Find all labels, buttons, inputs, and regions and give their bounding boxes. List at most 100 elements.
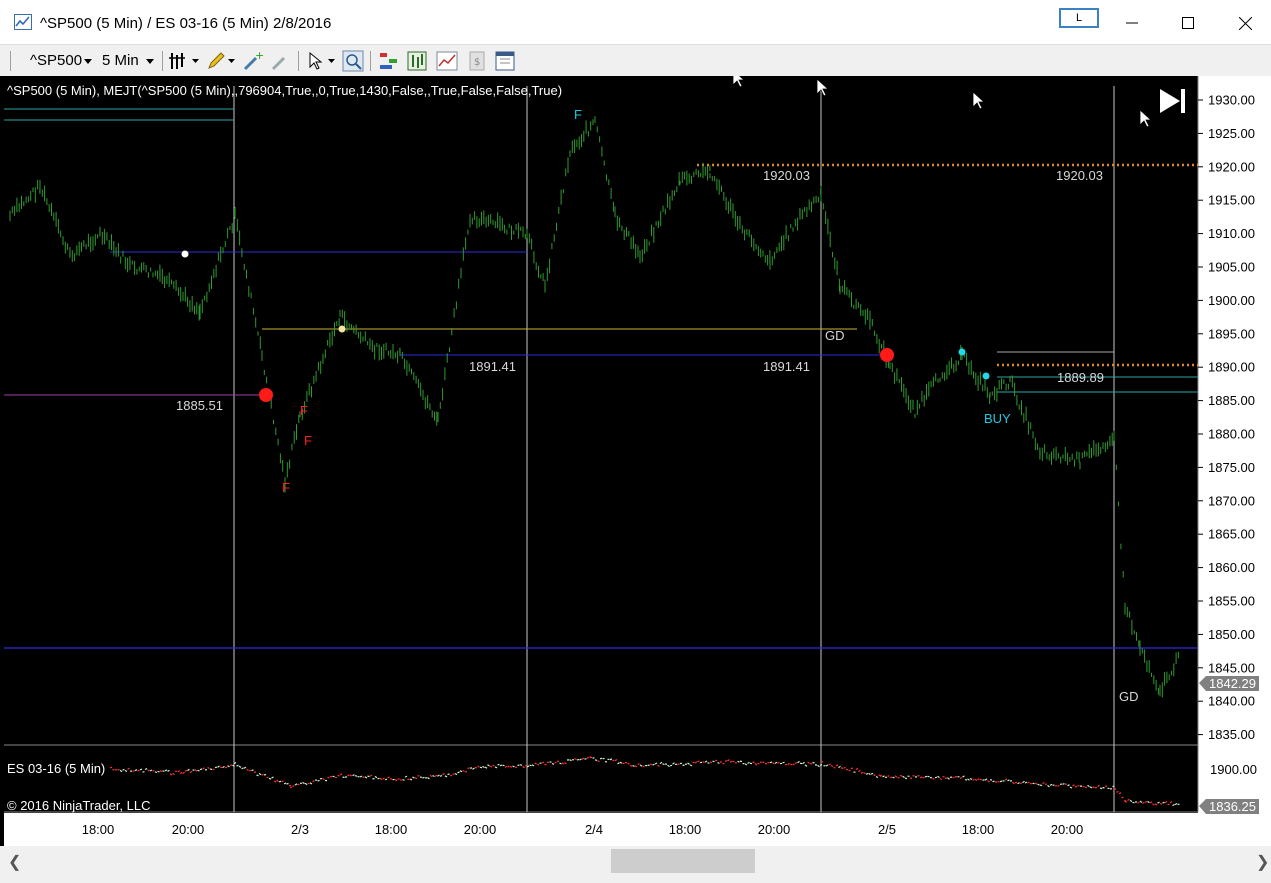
es-bar <box>860 771 864 774</box>
es-bar <box>737 760 740 763</box>
bar-type-icon[interactable] <box>168 50 190 72</box>
es-bar <box>243 766 247 769</box>
es-bar <box>1124 800 1128 803</box>
last-price-badge: 1842.29 <box>1199 676 1259 691</box>
red-signal-dot <box>880 348 894 362</box>
es-bar <box>236 764 239 767</box>
es-bar <box>367 775 370 778</box>
es-bar <box>1162 801 1165 804</box>
price-axis-label: 1860.00 <box>1208 560 1255 575</box>
scroll-right-icon[interactable]: ❯ <box>1256 852 1269 872</box>
es-bar <box>574 757 577 760</box>
time-axis-label: 18:00 <box>962 822 995 837</box>
es-bar <box>132 770 135 772</box>
pencil-icon[interactable] <box>205 50 227 72</box>
es-bar <box>251 769 254 772</box>
last-price-text: 1842.29 <box>1209 676 1256 691</box>
toolbar-separator <box>298 51 299 71</box>
es-bar <box>439 775 443 777</box>
scroll-thumb[interactable] <box>611 849 755 873</box>
es-bar <box>865 772 869 775</box>
es-bar <box>642 765 645 768</box>
price-axis-label: 1880.00 <box>1208 427 1255 442</box>
level-label: 1889.89 <box>1057 370 1104 385</box>
price-axis-label: 1845.00 <box>1208 660 1255 675</box>
strategy-icon[interactable] <box>378 50 400 72</box>
add-drawing-icon[interactable]: + <box>242 50 264 72</box>
window-layout-icon[interactable] <box>494 50 516 72</box>
es-bar <box>124 769 128 772</box>
scroll-left-icon[interactable]: ❮ <box>8 852 21 872</box>
time-axis-label: 20:00 <box>758 822 791 837</box>
es-bar <box>452 773 455 776</box>
es-bar <box>612 759 615 762</box>
interval-selector[interactable]: 5 Min <box>102 52 139 69</box>
es-bar <box>509 765 513 768</box>
es-bar <box>122 768 125 771</box>
minimize-button[interactable] <box>1108 6 1156 40</box>
instrument-selector[interactable]: ^SP500 <box>30 52 82 69</box>
properties-icon[interactable]: $ <box>466 50 488 72</box>
data-box-icon[interactable] <box>406 50 428 72</box>
level-label: 1920.03 <box>1056 168 1103 183</box>
maximize-button[interactable] <box>1164 6 1212 40</box>
es-bar <box>714 759 718 762</box>
es-bar <box>362 776 365 779</box>
es-bar <box>224 766 228 769</box>
indicators-icon[interactable] <box>436 50 458 72</box>
es-bar <box>1102 786 1105 789</box>
es-bar <box>167 769 170 772</box>
level-label: 1891.41 <box>469 359 516 374</box>
link-button[interactable]: L <box>1059 8 1099 28</box>
price-axis-label: 1850.00 <box>1208 627 1255 642</box>
es-bar <box>144 768 148 771</box>
price-axis-label: 1910.00 <box>1208 226 1255 241</box>
es-bar <box>286 782 289 785</box>
es-bar <box>197 769 200 772</box>
es-bar <box>647 764 650 767</box>
es-bar <box>359 775 363 778</box>
es-bar <box>164 769 168 772</box>
es-bar <box>1059 783 1063 785</box>
es-bar <box>519 764 523 766</box>
es-bar <box>782 761 785 764</box>
es-bar <box>882 775 885 778</box>
zoom-icon[interactable] <box>342 50 364 72</box>
es-bar <box>892 776 895 779</box>
sub-axis-label: 1900.00 <box>1210 762 1257 777</box>
es-bar <box>1062 783 1065 785</box>
es-bar <box>377 777 380 780</box>
price-axis-label: 1865.00 <box>1208 527 1255 542</box>
svg-text:+: + <box>255 50 264 62</box>
close-button[interactable] <box>1221 6 1269 40</box>
time-axis-label: 18:00 <box>82 822 115 837</box>
time-axis-label: 2/4 <box>585 822 603 837</box>
es-bar <box>712 760 715 763</box>
es-bar <box>669 764 673 767</box>
es-bar <box>422 776 425 779</box>
price-axis-label: 1925.00 <box>1208 126 1255 141</box>
es-bar <box>1049 783 1053 786</box>
es-bar <box>917 774 920 777</box>
horizontal-scrollbar[interactable]: ❮ ❯ <box>0 846 1271 876</box>
es-bar <box>848 769 851 772</box>
pointer-icon[interactable] <box>306 50 328 72</box>
es-bar <box>807 761 810 764</box>
price-axis-label: 1835.00 <box>1208 727 1255 742</box>
minimize-icon <box>1126 22 1138 24</box>
es-bar <box>349 774 353 777</box>
es-bar <box>825 764 829 767</box>
yellow-signal-dot <box>338 325 346 333</box>
es-bar <box>579 758 582 761</box>
price-chart[interactable]: ^SP500 (5 Min), MEJT(^SP500 (5 Min),,796… <box>0 76 1271 846</box>
cyan-signal-dot <box>982 372 990 380</box>
remove-drawing-icon[interactable] <box>270 50 292 72</box>
es-bar <box>499 764 503 767</box>
buy-label: BUY <box>984 411 1011 426</box>
price-axis-label: 1915.00 <box>1208 193 1255 208</box>
es-bar <box>934 776 938 779</box>
es-bar <box>288 784 292 787</box>
es-bar <box>432 775 435 778</box>
es-bar <box>1107 787 1110 790</box>
es-bar <box>229 764 233 766</box>
